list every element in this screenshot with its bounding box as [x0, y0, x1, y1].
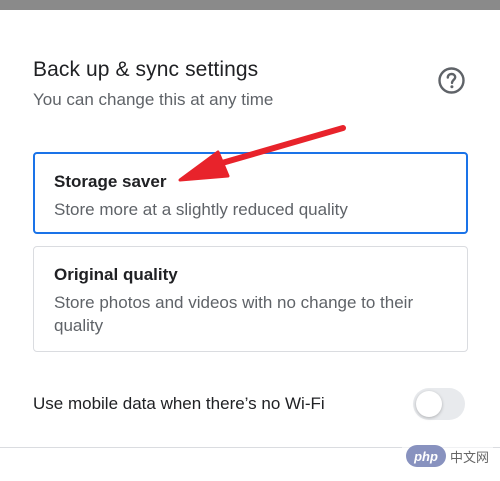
watermark-text: 中文网 — [450, 449, 490, 465]
mobile-data-label: Use mobile data when there’s no Wi‑Fi — [33, 394, 325, 413]
watermark: php 中文网 — [402, 440, 494, 472]
original-quality-title: Original quality — [54, 265, 178, 284]
mobile-data-row: Use mobile data when there’s no Wi‑Fi — [33, 388, 468, 420]
php-logo: php — [406, 445, 446, 467]
storage-saver-description: Store more at a slightly reduced quality — [54, 200, 348, 219]
toggle-knob — [416, 391, 442, 417]
storage-saver-title: Storage saver — [54, 172, 167, 191]
original-quality-option[interactable]: Original quality Store photos and videos… — [33, 246, 468, 352]
original-quality-description: Store photos and videos with no change t… — [54, 293, 414, 335]
storage-saver-option[interactable]: Storage saver Store more at a slightly r… — [33, 152, 468, 234]
page-title: Back up & sync settings — [33, 58, 259, 81]
mobile-data-toggle[interactable] — [413, 388, 465, 420]
help-icon[interactable] — [437, 66, 466, 95]
page-subtitle: You can change this at any time — [33, 90, 274, 109]
settings-header: Back up & sync settings You can change t… — [33, 58, 468, 110]
top-bar — [0, 0, 500, 10]
